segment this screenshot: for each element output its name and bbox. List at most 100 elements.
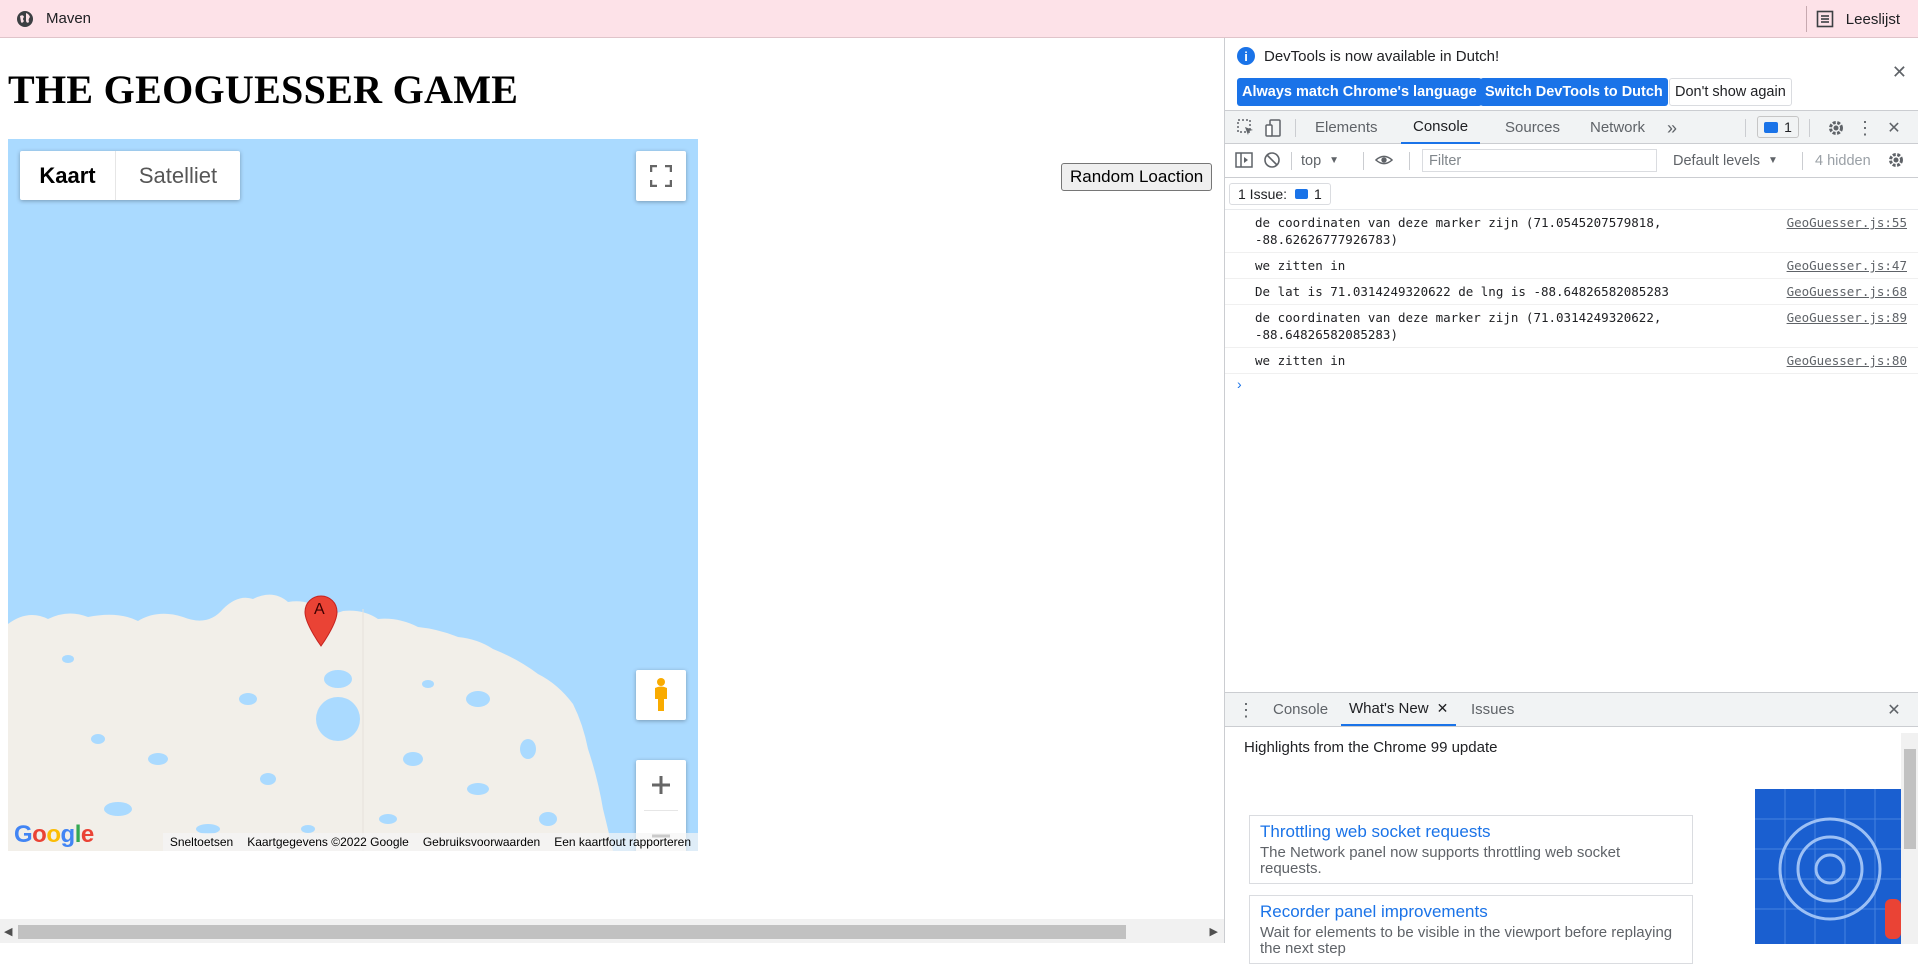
tab-console[interactable]: Console: [1401, 111, 1481, 144]
infobar-message: i DevTools is now available in Dutch!: [1237, 47, 1499, 65]
console-message: De lat is 71.0314249320622 de lng is -88…: [1225, 279, 1918, 305]
hidden-count: 4 hidden: [1815, 152, 1871, 169]
eye-icon[interactable]: [1375, 151, 1393, 169]
pegman-icon: [655, 678, 667, 711]
dropdown-arrow-icon: ▼: [1329, 155, 1340, 166]
reading-list-button[interactable]: Leeslijst: [1816, 0, 1900, 38]
close-drawer-icon[interactable]: ✕: [1885, 701, 1903, 719]
scroll-left-icon[interactable]: ◀: [4, 925, 12, 938]
console-message: we zitten in GeoGuesser.js:80: [1225, 348, 1918, 374]
drawer-tab-whats-new-label: What's New: [1349, 700, 1429, 717]
console-source-link[interactable]: GeoGuesser.js:68: [1787, 283, 1907, 300]
scroll-right-icon[interactable]: ▶: [1210, 925, 1218, 938]
reading-list-label: Leeslijst: [1845, 10, 1900, 28]
drawer-tab-console[interactable]: Console: [1265, 693, 1336, 726]
device-toolbar-icon[interactable]: [1265, 119, 1283, 137]
language-infobar: i DevTools is now available in Dutch! ✕ …: [1225, 38, 1918, 110]
horizontal-scrollbar[interactable]: ◀ ▶: [0, 919, 1224, 943]
map-type-satellite-button[interactable]: Satelliet: [116, 151, 240, 200]
map-marker-label: A: [314, 601, 325, 618]
tab-elements[interactable]: Elements: [1307, 111, 1386, 144]
page-title: THE GEOGUESSER GAME: [8, 67, 519, 112]
drawer-tabbar: ⋮ Console What's New ✕ Issues ✕: [1225, 693, 1918, 727]
chat-icon: [1295, 189, 1309, 199]
report-error-link[interactable]: Een kaartfout rapporteren: [547, 835, 698, 849]
console-message-text: de coordinaten van deze marker zijn (71.…: [1255, 215, 1662, 247]
google-logo: Google: [14, 821, 94, 848]
bookmarks-separator: [1806, 6, 1807, 32]
drawer-scrollbar[interactable]: [1901, 733, 1918, 944]
toolbar-divider: [1295, 119, 1296, 137]
tab-sources[interactable]: Sources: [1495, 111, 1570, 144]
bookmark-maven[interactable]: Maven: [16, 10, 91, 28]
gear-icon[interactable]: [1827, 119, 1845, 137]
console-message: de coordinaten van deze marker zijn (71.…: [1225, 305, 1918, 348]
drawer-tab-issues[interactable]: Issues: [1463, 693, 1522, 726]
switch-dutch-button[interactable]: Switch DevTools to Dutch: [1480, 78, 1668, 106]
context-label: top: [1301, 152, 1322, 169]
inspect-element-icon[interactable]: [1237, 119, 1255, 137]
close-devtools-icon[interactable]: ✕: [1885, 119, 1903, 137]
drawer-tab-whats-new[interactable]: What's New ✕: [1341, 693, 1457, 726]
console-source-link[interactable]: GeoGuesser.js:55: [1787, 214, 1907, 231]
issues-button[interactable]: 1 Issue: 1: [1229, 183, 1331, 205]
street-view-pegman-button[interactable]: [636, 670, 686, 720]
sidebar-toggle-icon[interactable]: [1235, 151, 1253, 169]
whats-new-heading: Highlights from the Chrome 99 update: [1244, 739, 1498, 756]
console-output: de coordinaten van deze marker zijn (71.…: [1225, 210, 1918, 398]
console-source-link[interactable]: GeoGuesser.js:80: [1787, 352, 1907, 369]
card-title[interactable]: Recorder panel improvements: [1260, 902, 1682, 922]
log-levels-dropdown[interactable]: Default levels ▼: [1673, 144, 1778, 177]
console-filter-bar: top ▼ Filter Default levels ▼ 4 hidden: [1225, 144, 1918, 178]
close-tab-icon[interactable]: ✕: [1437, 700, 1449, 717]
whats-new-promo-image: [1755, 789, 1901, 944]
console-message: we zitten in GeoGuesser.js:47: [1225, 253, 1918, 279]
context-selector[interactable]: top ▼: [1301, 144, 1339, 177]
console-prompt[interactable]: ›: [1237, 376, 1242, 392]
map-type-control: Kaart Satelliet: [20, 151, 240, 200]
shortcuts-link[interactable]: Sneltoetsen: [163, 835, 240, 849]
google-map[interactable]: A Kaart Satelliet Google Sneltoetsen Kaa…: [8, 139, 698, 851]
console-source-link[interactable]: GeoGuesser.js:89: [1787, 309, 1907, 326]
match-language-button[interactable]: Always match Chrome's language: [1237, 78, 1482, 106]
drawer-menu-icon[interactable]: ⋮: [1237, 700, 1255, 720]
toolbar-divider: [1409, 152, 1410, 170]
card-title[interactable]: Throttling web socket requests: [1260, 822, 1682, 842]
scrollbar-thumb[interactable]: [1904, 749, 1916, 849]
infobar-text: DevTools is now available in Dutch!: [1264, 47, 1500, 65]
issues-badge[interactable]: 1: [1757, 116, 1799, 138]
whats-new-card[interactable]: Throttling web socket requests The Netwo…: [1249, 815, 1693, 884]
close-icon[interactable]: ✕: [1892, 62, 1907, 83]
map-type-map-button[interactable]: Kaart: [20, 151, 116, 200]
more-options-icon[interactable]: ⋮: [1856, 118, 1874, 138]
reading-list-icon: [1816, 10, 1834, 28]
terms-link[interactable]: Gebruiksvoorwaarden: [416, 835, 547, 849]
clear-console-icon[interactable]: [1263, 151, 1281, 169]
console-message-text: De lat is 71.0314249320622 de lng is -88…: [1255, 284, 1669, 299]
toolbar-divider: [1802, 152, 1803, 170]
dropdown-arrow-icon: ▼: [1768, 155, 1778, 166]
console-source-link[interactable]: GeoGuesser.js:47: [1787, 257, 1907, 274]
plus-icon: [652, 776, 670, 794]
filter-input[interactable]: Filter: [1422, 149, 1657, 172]
bookmarks-bar: Maven Leeslijst: [0, 0, 1918, 38]
devtools-tabbar: Elements Console Sources Network » 1 ⋮ ✕: [1225, 110, 1918, 144]
page-content: THE GEOGUESSER GAME A Kaart Satelliet Go…: [0, 38, 1224, 943]
tab-network[interactable]: Network: [1580, 111, 1655, 144]
issues-badge-count: 1: [1784, 119, 1792, 135]
zoom-in-button[interactable]: [636, 760, 686, 810]
console-message: de coordinaten van deze marker zijn (71.…: [1225, 210, 1918, 253]
random-location-button[interactable]: Random Loaction: [1061, 163, 1213, 191]
more-tabs-icon[interactable]: »: [1663, 118, 1681, 138]
console-prompt-row[interactable]: ›: [1225, 374, 1918, 398]
toolbar-divider: [1291, 152, 1292, 170]
devtools-panel: i DevTools is now available in Dutch! ✕ …: [1224, 38, 1918, 964]
dont-show-again-button[interactable]: Don't show again: [1669, 78, 1792, 106]
scrollbar-thumb[interactable]: [18, 925, 1126, 939]
whats-new-card[interactable]: Recorder panel improvements Wait for ele…: [1249, 895, 1693, 964]
console-settings-gear-icon[interactable]: [1887, 151, 1905, 169]
attribution-links: Sneltoetsen Kaartgegevens ©2022 Google G…: [162, 833, 698, 851]
fullscreen-button[interactable]: [636, 151, 686, 201]
toolbar-divider: [1809, 119, 1810, 137]
info-icon: i: [1237, 47, 1255, 65]
